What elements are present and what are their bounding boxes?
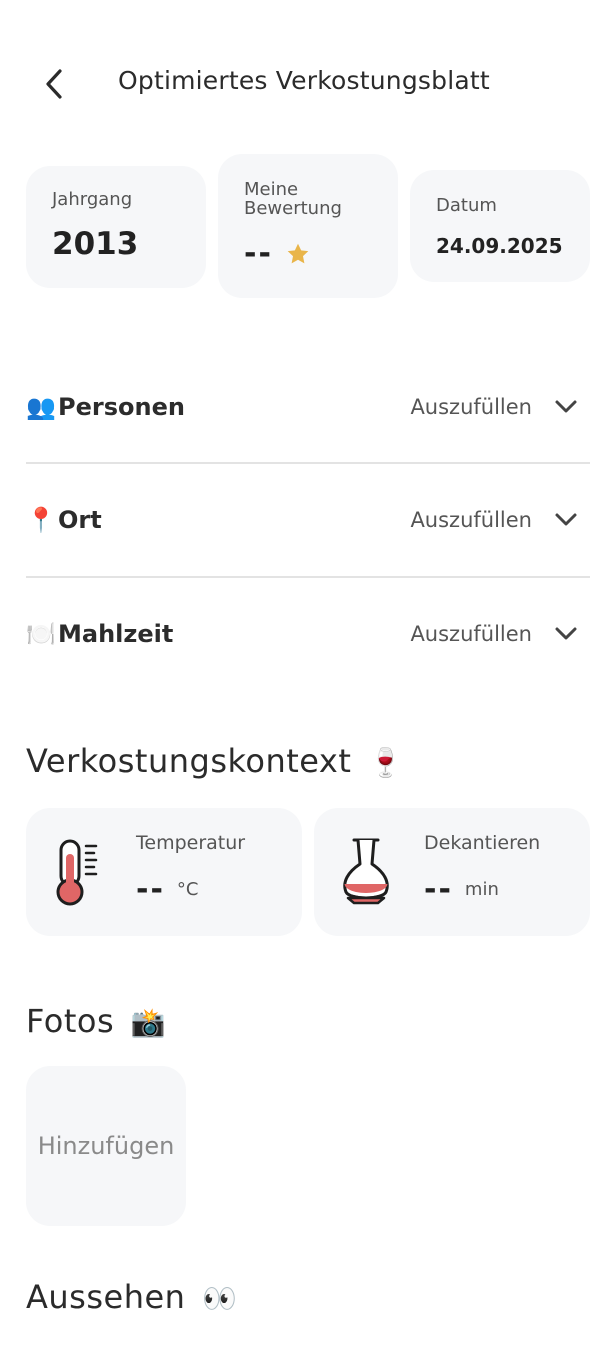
date-label: Datum — [436, 195, 497, 216]
vintage-card: Jahrgang 2013 — [26, 166, 206, 288]
vintage-label: Jahrgang — [52, 189, 133, 210]
star-icon — [287, 243, 309, 263]
decanting-label: Dekantieren — [424, 832, 541, 854]
vintage-value: 2013 — [52, 226, 139, 262]
decanting-value: -- — [424, 872, 453, 907]
accordion-meal[interactable]: 🍽️ Mahlzeit Auszufüllen — [26, 594, 590, 674]
accordion-location-label: Ort — [58, 506, 102, 534]
back-button[interactable] — [38, 64, 70, 104]
context-section-title: Verkostungskontext 🍷 — [26, 742, 403, 780]
accordion-location[interactable]: 📍 Ort Auszufüllen — [26, 480, 590, 560]
date-card[interactable]: Datum 24.09.2025 — [410, 170, 590, 282]
decanter-icon — [343, 838, 389, 905]
context-title-text: Verkostungskontext — [26, 742, 352, 780]
add-photo-button[interactable]: Hinzufügen — [26, 1066, 186, 1226]
photos-title-text: Fotos — [26, 1002, 115, 1040]
rating-label-line2: Bewertung — [244, 198, 342, 219]
thermometer-icon — [56, 839, 98, 906]
temperature-unit: °C — [176, 879, 199, 900]
eyes-icon: 👀 — [202, 1282, 238, 1315]
decanting-value-row: -- min — [424, 872, 499, 907]
location-pin-icon: 📍 — [26, 506, 56, 534]
temperature-card[interactable]: Temperatur -- °C — [26, 808, 302, 936]
divider — [26, 576, 590, 578]
rating-value-row: -- — [244, 236, 311, 271]
accordion-persons-label: Personen — [58, 393, 185, 421]
people-icon: 👥 — [26, 393, 56, 421]
appearance-title-text: Aussehen — [26, 1278, 186, 1316]
accordion-persons-status: Auszufüllen — [410, 395, 532, 419]
chevron-down-icon — [555, 627, 577, 640]
accordion-persons[interactable]: 👥 Personen Auszufüllen — [26, 367, 590, 447]
accordion-location-status: Auszufüllen — [410, 508, 532, 532]
date-value: 24.09.2025 — [436, 234, 563, 258]
chevron-down-icon — [555, 400, 577, 413]
divider — [26, 462, 590, 464]
temperature-value: -- — [136, 872, 165, 907]
chevron-left-icon — [46, 69, 62, 99]
chevron-down-icon — [555, 513, 577, 526]
rating-card[interactable]: Meine Bewertung -- — [218, 154, 398, 298]
temperature-label: Temperatur — [136, 832, 246, 854]
plate-cutlery-icon: 🍽️ — [26, 620, 56, 648]
decanting-card[interactable]: Dekantieren -- min — [314, 808, 590, 936]
accordion-meal-status: Auszufüllen — [410, 622, 532, 646]
rating-value: -- — [244, 236, 273, 271]
decanting-unit: min — [464, 879, 499, 900]
camera-flash-icon: 📸 — [130, 1006, 167, 1039]
rating-label-line1: Meine — [244, 179, 299, 200]
appearance-section-title: Aussehen 👀 — [26, 1278, 238, 1316]
temperature-value-row: -- °C — [136, 872, 198, 907]
wine-glass-icon: 🍷 — [368, 746, 404, 779]
accordion-meal-label: Mahlzeit — [58, 620, 174, 648]
page-title: Optimiertes Verkostungsblatt — [118, 66, 490, 95]
photos-section-title: Fotos 📸 — [26, 1002, 166, 1040]
